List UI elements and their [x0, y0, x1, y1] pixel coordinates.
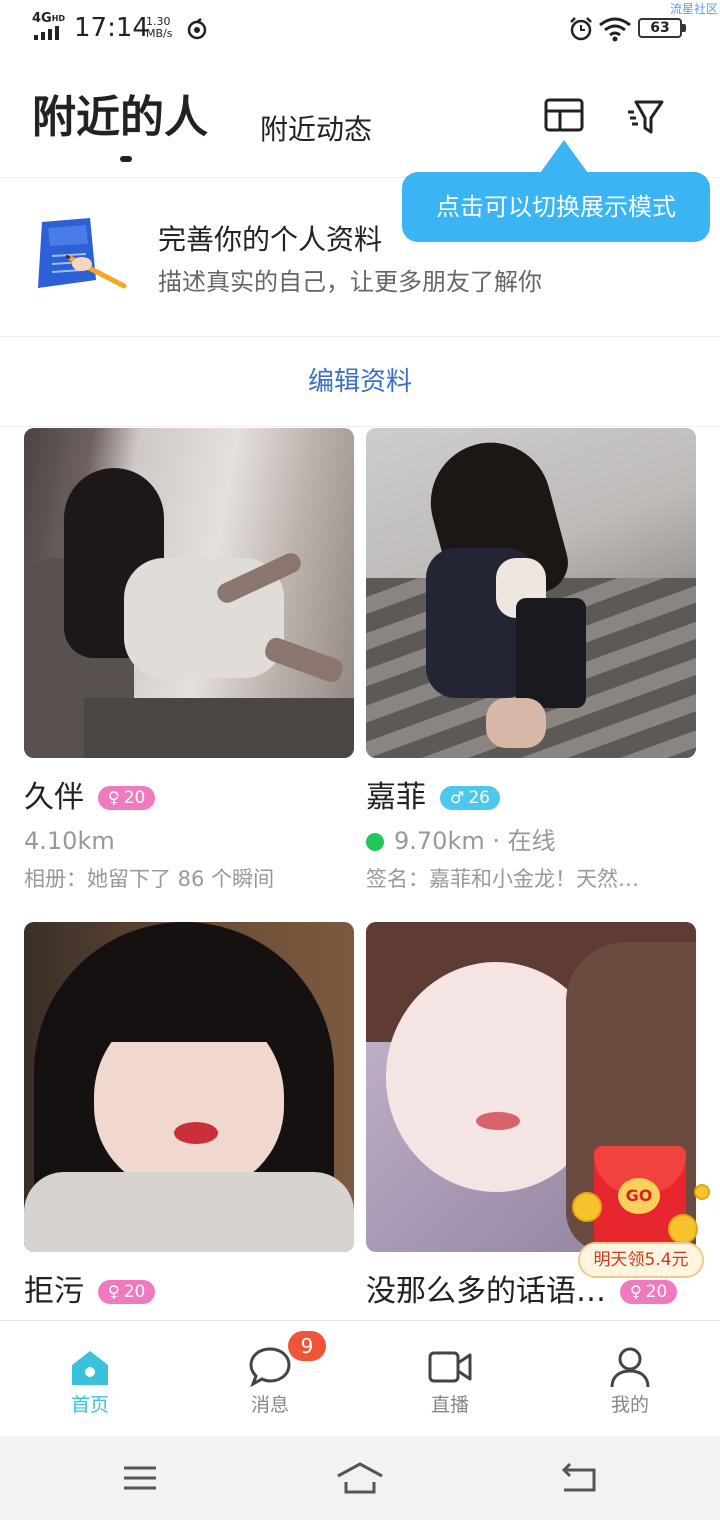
nav-label: 首页 [70, 1394, 109, 1416]
nav-home[interactable]: 首页 [0, 1321, 180, 1437]
unread-badge: 9 [288, 1331, 326, 1361]
home-icon [72, 1351, 108, 1385]
user-description: 相册：她留下了 86 个瞬间 [24, 867, 275, 891]
sync-icon [187, 18, 207, 40]
menu-icon[interactable] [116, 1458, 164, 1498]
battery-icon: 63 [638, 18, 686, 40]
female-icon: ♀ [108, 788, 120, 807]
male-icon: ♂ [450, 788, 465, 807]
user-name: 拒污 [24, 1274, 84, 1309]
header: 附近的人 附近动态 [0, 60, 720, 178]
user-distance: 4.10km [24, 827, 115, 855]
system-navigation-bar [0, 1436, 720, 1520]
coin-icon [572, 1192, 602, 1222]
clock: 17:14 [74, 13, 149, 43]
network-indicator: 4GHD [32, 11, 66, 26]
red-envelope-promo[interactable]: GO 明天领5.4元 [572, 1140, 712, 1280]
coin-icon [668, 1214, 698, 1244]
nav-label: 直播 [430, 1394, 469, 1416]
message-icon [249, 1347, 291, 1388]
layout-mode-tooltip[interactable]: 点击可以切换展示模式 [402, 172, 710, 242]
nav-label: 我的 [610, 1394, 649, 1416]
edit-profile-button[interactable]: 编辑资料 [0, 362, 720, 402]
user-photo[interactable] [24, 922, 354, 1252]
promo-label: 明天领5.4元 [578, 1242, 704, 1278]
status-bar: 4GHD 17:14 1.30 MB/s 63 流星社区 [0, 0, 720, 56]
user-distance: 9.70km · 在线 [366, 824, 556, 858]
watermark: 流星社区 [669, 2, 718, 16]
user-photo[interactable] [366, 428, 696, 758]
coin-icon [694, 1184, 710, 1200]
go-badge: GO [618, 1178, 660, 1214]
name-row: 嘉菲 ♂ 26 [366, 778, 696, 818]
nav-live[interactable]: 直播 [360, 1321, 540, 1437]
filter-icon[interactable] [626, 98, 666, 138]
name-row: 拒污 ♀ 20 [24, 1272, 354, 1312]
wifi-icon [599, 17, 631, 42]
user-name: 没那么多的话语… [366, 1274, 606, 1309]
online-status-icon [366, 833, 384, 851]
user-name: 久伴 [24, 780, 84, 815]
network-speed: 1.30 MB/s [146, 15, 173, 40]
alarm-icon [570, 17, 592, 41]
divider [0, 426, 720, 427]
user-photo[interactable] [24, 428, 354, 758]
system-home-icon[interactable] [336, 1458, 384, 1498]
name-row: 久伴 ♀ 20 [24, 778, 354, 818]
layout-toggle-icon[interactable] [544, 98, 584, 134]
female-icon: ♀ [108, 1282, 120, 1301]
gender-age-badge: ♀ 20 [620, 1280, 678, 1304]
gender-age-badge: ♀ 20 [98, 1280, 156, 1304]
bottom-navigation: 首页 9 消息 直播 我的 [0, 1320, 720, 1436]
user-name: 嘉菲 [366, 780, 426, 815]
profile-prompt-subtitle: 描述真实的自己，让更多朋友了解你 [158, 268, 542, 296]
back-icon[interactable] [556, 1458, 604, 1498]
divider [0, 336, 720, 337]
nav-me[interactable]: 我的 [540, 1321, 720, 1437]
gender-age-badge: ♂ 26 [440, 786, 500, 810]
gender-age-badge: ♀ 20 [98, 786, 156, 810]
tab-nearby-people[interactable]: 附近的人 [32, 90, 208, 146]
female-icon: ♀ [630, 1282, 642, 1301]
profile-prompt-title: 完善你的个人资料 [158, 223, 383, 256]
document-pen-icon [38, 218, 127, 289]
profile-icon [610, 1347, 650, 1388]
nav-label: 消息 [250, 1394, 289, 1416]
video-icon [428, 1351, 472, 1383]
user-description: 签名：嘉菲和小金龙！天然… [366, 867, 639, 891]
tab-nearby-feed[interactable]: 附近动态 [260, 110, 372, 150]
tab-indicator [120, 156, 132, 162]
nav-messages[interactable]: 9 消息 [180, 1321, 360, 1437]
signal-icon [34, 26, 64, 40]
tooltip-arrow [540, 140, 588, 173]
